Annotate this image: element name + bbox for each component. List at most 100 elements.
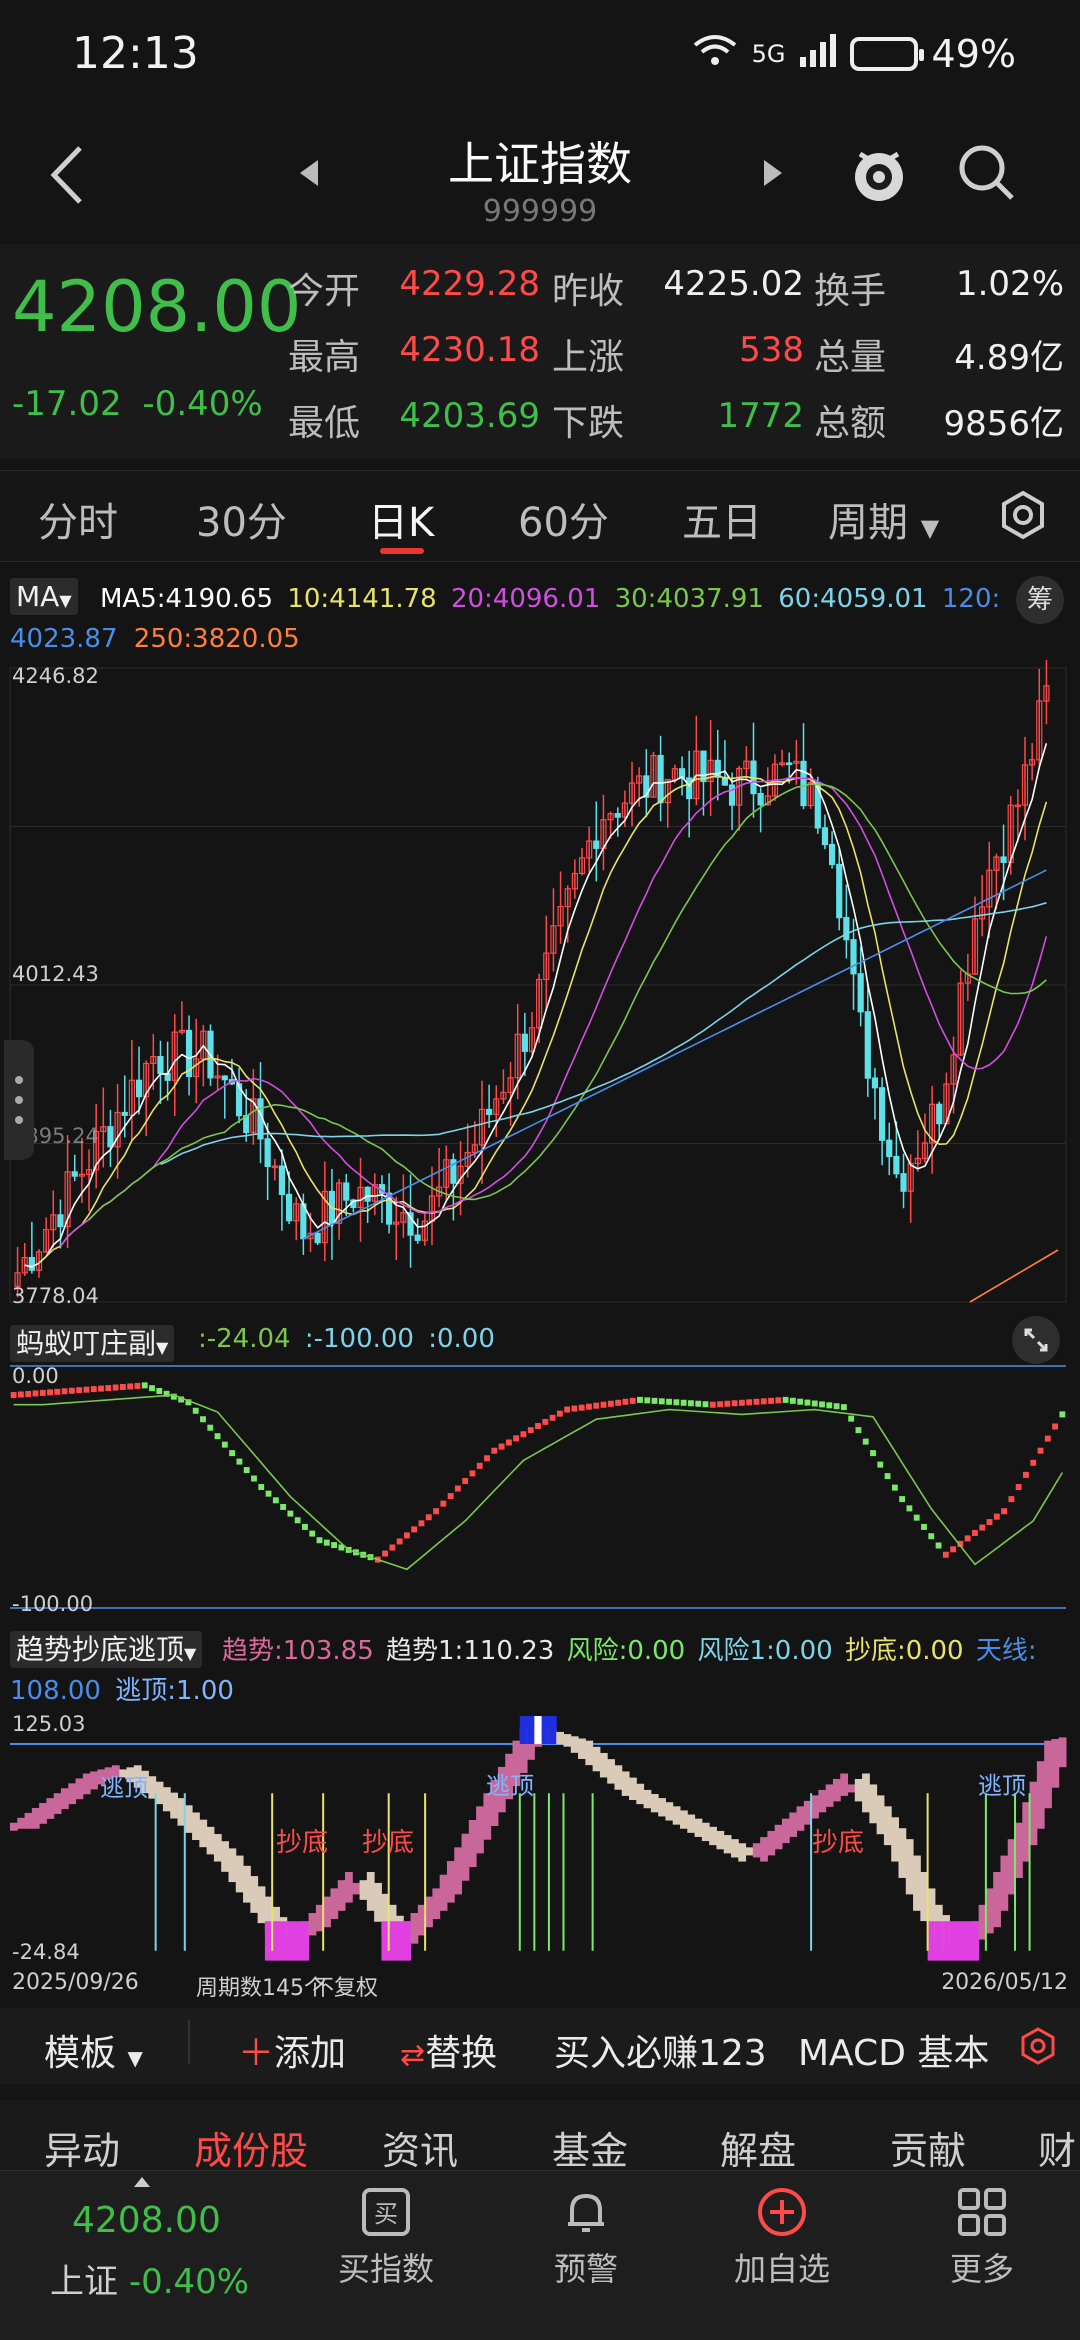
current-price: 4208.00 xyxy=(12,266,302,348)
nav-buy-index-label: 买指数 xyxy=(337,2250,434,2288)
trend-band xyxy=(337,1880,346,1911)
adjust-mode[interactable]: 不复权 xyxy=(312,1970,378,2002)
trend-band xyxy=(345,1871,353,1903)
bottom-zone xyxy=(272,1921,280,1961)
tab-daily-k[interactable]: 日K xyxy=(368,490,434,548)
assistant-robot-icon[interactable] xyxy=(846,140,912,210)
ind1-bar xyxy=(309,1530,316,1537)
trend-band xyxy=(629,1777,637,1801)
ind2-chart[interactable] xyxy=(0,1710,1080,1970)
settings-icon[interactable] xyxy=(998,490,1048,544)
top-zone xyxy=(534,1716,543,1744)
add-button[interactable]: ＋添加 xyxy=(238,2024,346,2076)
ind1-bar xyxy=(1015,1484,1022,1490)
ind1-bar xyxy=(571,1405,578,1412)
ind1-name: 蚂蚁叮庄副 xyxy=(16,1327,157,1360)
tab-5day[interactable]: 五日 xyxy=(682,490,762,548)
kline-chart[interactable] xyxy=(0,660,1080,1310)
tab-constituents[interactable]: 成份股 xyxy=(194,2120,308,2175)
swap-icon: ⇄ xyxy=(400,2038,426,2073)
tab-finance[interactable]: 财 xyxy=(1038,2120,1076,2175)
ind1-bar xyxy=(586,1403,592,1410)
ind2-risk: 风险:0.00 xyxy=(566,1636,686,1666)
ind1-chart[interactable] xyxy=(0,1360,1080,1620)
chip-distribution-button[interactable]: 筹 xyxy=(1016,576,1064,624)
nav-alert[interactable]: 预警 xyxy=(506,2184,666,2324)
trend-band xyxy=(1036,1761,1045,1829)
search-icon[interactable] xyxy=(954,140,1018,208)
ind1-bar xyxy=(433,1508,439,1515)
trend-band xyxy=(993,1871,1001,1928)
tab-60min[interactable]: 60分 xyxy=(518,490,609,548)
trend-band xyxy=(432,1888,441,1920)
date-start: 2025/09/26 xyxy=(12,1970,139,1995)
indicator-macd[interactable]: MACD 基本 xyxy=(798,2024,989,2076)
bottom-zone xyxy=(934,1921,943,1961)
candle-body xyxy=(521,1033,528,1052)
ind2-chaodi: 抄底:0.00 xyxy=(844,1636,964,1666)
ind1-bar xyxy=(549,1414,556,1421)
tab-analysis[interactable]: 解盘 xyxy=(720,2120,796,2175)
nav-index-price[interactable]: 4208.00 xyxy=(72,2200,221,2241)
tab-intraday[interactable]: 分时 xyxy=(38,490,118,548)
ind1-bar xyxy=(709,1401,716,1408)
trend-band xyxy=(90,1771,98,1790)
tab-period[interactable]: 周期 ▼ xyxy=(828,490,939,548)
expand-icon[interactable] xyxy=(1012,1316,1060,1364)
ind2-dropdown[interactable]: 趋势抄底逃顶▼ xyxy=(10,1628,203,1668)
signal-label-chaodi: 抄底 xyxy=(276,1828,329,1858)
side-drawer-handle[interactable] xyxy=(4,1040,34,1160)
nav-more[interactable]: 更多 xyxy=(902,2184,1062,2324)
trend-band xyxy=(155,1781,164,1805)
candle-body xyxy=(1000,856,1007,863)
trend-band xyxy=(1015,1822,1023,1878)
ind1-dropdown[interactable]: 蚂蚁叮庄副▼ xyxy=(10,1322,175,1362)
tab-news[interactable]: 资讯 xyxy=(382,2120,458,2175)
trend-band xyxy=(607,1759,615,1784)
candle-body xyxy=(314,1232,321,1244)
trend-band xyxy=(985,1888,994,1934)
ind1-bar xyxy=(731,1400,738,1407)
tab-funds[interactable]: 基金 xyxy=(552,2120,628,2175)
change-value: -17.02 xyxy=(12,384,122,424)
trend-band xyxy=(31,1807,40,1829)
tab-contribution[interactable]: 贡献 xyxy=(890,2120,966,2175)
ind1-bar xyxy=(287,1510,294,1517)
trend-band xyxy=(796,1806,805,1831)
trend-band xyxy=(869,1784,878,1824)
trend-band xyxy=(82,1773,91,1795)
manage-icon[interactable] xyxy=(1018,2026,1058,2070)
nav-index-summary[interactable]: 上证 -0.40% xyxy=(50,2254,249,2303)
trend-band xyxy=(760,1837,768,1862)
ind1-bar xyxy=(68,1387,75,1394)
indicator-buy123[interactable]: 买入必赚123 xyxy=(554,2024,767,2076)
ind1-bar xyxy=(76,1387,83,1394)
candle-body xyxy=(864,1011,871,1079)
ind1-bar xyxy=(644,1397,651,1404)
ind1-bar xyxy=(323,1539,330,1546)
ind1-bar xyxy=(1052,1423,1058,1430)
trend-band xyxy=(891,1817,899,1862)
ind1-bar xyxy=(39,1389,46,1396)
nav-buy-index[interactable]: 买 买指数 xyxy=(306,2184,466,2324)
ind1-bar xyxy=(251,1475,257,1482)
trend-band xyxy=(75,1778,84,1800)
tab-anomaly[interactable]: 异动 xyxy=(44,2120,120,2175)
ma-dropdown[interactable]: MA▼ xyxy=(10,578,78,615)
trend-band xyxy=(39,1803,47,1824)
template-button[interactable]: 模板 ▼ xyxy=(44,2024,143,2076)
candle-body xyxy=(878,1087,886,1141)
ind1-bar xyxy=(61,1388,68,1395)
trend-band xyxy=(840,1773,849,1796)
next-stock-icon[interactable] xyxy=(760,158,786,192)
nav-add-watchlist[interactable]: 加自选 xyxy=(702,2184,862,2324)
trend-band xyxy=(184,1805,193,1833)
candle-body xyxy=(71,1171,78,1177)
ind1-bar xyxy=(425,1514,432,1521)
tab-30min[interactable]: 30分 xyxy=(196,490,287,548)
trend-band xyxy=(687,1814,696,1833)
ind1-bar xyxy=(702,1401,709,1408)
trend-band xyxy=(643,1789,652,1809)
trend-band xyxy=(468,1820,477,1868)
replace-button[interactable]: ⇄替换 xyxy=(400,2024,497,2076)
